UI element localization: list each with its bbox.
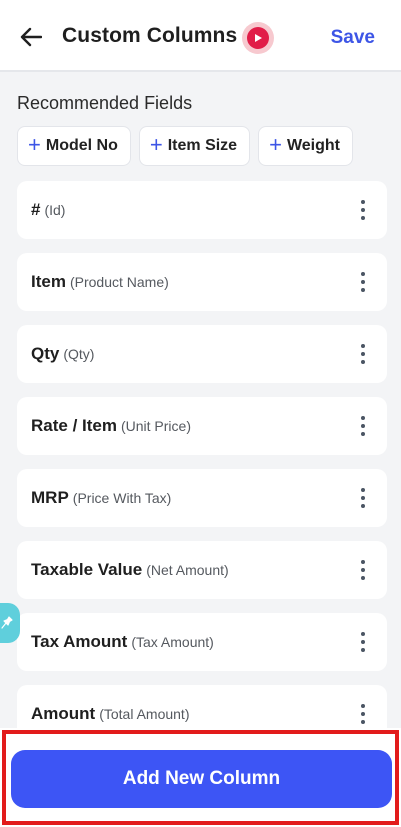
- column-row-taxable-value[interactable]: Taxable Value (Net Amount): [17, 541, 387, 599]
- column-subtitle: (Price With Tax): [72, 490, 172, 506]
- more-vertical-icon[interactable]: [357, 560, 369, 580]
- column-subtitle: (Unit Price): [120, 418, 191, 434]
- more-vertical-icon[interactable]: [357, 704, 369, 724]
- column-subtitle: (Net Amount): [146, 562, 229, 578]
- column-row-item[interactable]: Item (Product Name): [17, 253, 387, 311]
- plus-icon: +: [28, 132, 41, 157]
- pin-icon[interactable]: [0, 603, 20, 643]
- chip-item-size[interactable]: + Item Size: [138, 126, 251, 166]
- chip-label: Item Size: [167, 137, 238, 154]
- more-vertical-icon[interactable]: [357, 416, 369, 436]
- chip-weight[interactable]: + Weight: [258, 126, 353, 166]
- more-vertical-icon[interactable]: [357, 488, 369, 508]
- page-title: Custom Columns: [62, 24, 238, 47]
- more-vertical-icon[interactable]: [357, 272, 369, 292]
- column-name: Tax Amount: [31, 632, 128, 651]
- add-new-column-button[interactable]: Add New Column: [11, 750, 392, 808]
- column-subtitle: (Total Amount): [99, 706, 190, 722]
- recommended-fields-heading: Recommended Fields: [17, 93, 193, 113]
- column-row-qty[interactable]: Qty (Qty): [17, 325, 387, 383]
- plus-icon: +: [269, 132, 282, 157]
- column-row-mrp[interactable]: MRP (Price With Tax): [17, 469, 387, 527]
- more-vertical-icon[interactable]: [357, 200, 369, 220]
- column-list: # (Id) Item (Product Name) Qty (Qty) Rat…: [17, 181, 387, 757]
- more-vertical-icon[interactable]: [357, 344, 369, 364]
- save-button[interactable]: Save: [331, 27, 375, 49]
- chip-model-no[interactable]: + Model No: [17, 126, 131, 166]
- column-row-id[interactable]: # (Id): [17, 181, 387, 239]
- column-row-tax-amount[interactable]: Tax Amount (Tax Amount): [17, 613, 387, 671]
- column-row-rate[interactable]: Rate / Item (Unit Price): [17, 397, 387, 455]
- column-name: Rate / Item: [31, 416, 117, 435]
- column-name: #: [31, 200, 41, 219]
- play-video-icon[interactable]: [242, 22, 274, 54]
- more-vertical-icon[interactable]: [357, 632, 369, 652]
- column-subtitle: (Id): [44, 202, 66, 218]
- arrow-left-icon[interactable]: [18, 24, 44, 50]
- column-name: MRP: [31, 488, 69, 507]
- chip-label: Weight: [286, 137, 340, 154]
- column-name: Taxable Value: [31, 560, 143, 579]
- column-subtitle: (Product Name): [69, 274, 169, 290]
- column-subtitle: (Qty): [63, 346, 95, 362]
- column-name: Amount: [31, 704, 96, 723]
- plus-icon: +: [149, 132, 163, 157]
- column-name: Item: [31, 272, 66, 291]
- app-header: Custom Columns Save: [0, 0, 401, 72]
- column-name: Qty: [31, 344, 60, 363]
- recommended-chips: + Model No + Item Size + Weight: [17, 126, 353, 166]
- column-subtitle: (Tax Amount): [131, 634, 214, 650]
- chip-label: Model No: [45, 137, 118, 154]
